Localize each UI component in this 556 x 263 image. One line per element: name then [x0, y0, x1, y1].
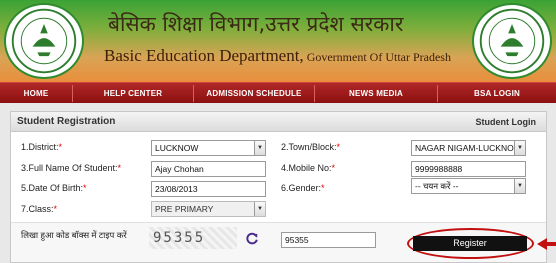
chevron-down-icon: ▼ [254, 202, 265, 216]
required-mark: * [53, 204, 58, 214]
district-label-text: 1.District: [21, 142, 59, 152]
captcha-input[interactable]: 95355 [281, 232, 376, 248]
register-button[interactable]: Register [413, 236, 527, 251]
student-name-label: 3.Full Name Of Student:* [21, 163, 121, 173]
gender-label-text: 6.Gender: [281, 183, 322, 193]
dob-input[interactable]: 23/08/2013 [151, 181, 266, 197]
nav-bsa-login[interactable]: BSA LOGIN [438, 83, 556, 104]
town-label: 2.Town/Block:* [281, 142, 340, 152]
required-mark: * [58, 142, 63, 152]
required-mark: * [336, 142, 341, 152]
nav-home[interactable]: HOME [0, 83, 72, 104]
chevron-down-icon: ▼ [514, 179, 525, 193]
site-header: बेसिक शिक्षा विभाग,उत्तर प्रदेश सरकार Ba… [0, 0, 556, 82]
class-select[interactable]: PRE PRIMARY ▼ [151, 201, 266, 217]
nav-admission-schedule[interactable]: ADMISSION SCHEDULE [194, 83, 314, 104]
nav-news-media[interactable]: NEWS MEDIA [315, 83, 437, 104]
registration-panel: Student Registration Student Login 1.Dis… [10, 111, 556, 263]
mobile-label-text: 4.Mobile No: [281, 163, 332, 173]
class-label: 7.Class:* [21, 204, 57, 214]
panel-header: Student Registration Student Login [11, 112, 546, 132]
title-en-main: Basic Education Department, [104, 46, 304, 65]
captcha-label: लिखा हुआ कोड बॉक्स में टाइप करें [21, 230, 127, 240]
district-select[interactable]: LUCKNOW ▼ [151, 140, 266, 156]
dob-label: 5.Date Of Birth:* [21, 183, 87, 193]
required-mark: * [83, 183, 87, 193]
arrow-left-icon [537, 238, 556, 250]
class-value: PRE PRIMARY [155, 204, 214, 214]
gender-value: -- चयन करें -- [415, 181, 459, 191]
nav-help-center[interactable]: HELP CENTER [73, 83, 193, 104]
student-login-link[interactable]: Student Login [476, 117, 537, 127]
required-mark: * [331, 163, 336, 173]
chevron-down-icon: ▼ [254, 141, 265, 155]
page-title-hindi: बेसिक शिक्षा विभाग,उत्तर प्रदेश सरकार [108, 12, 404, 36]
gender-select[interactable]: -- चयन करें -- ▼ [411, 178, 526, 194]
district-label: 1.District:* [21, 142, 62, 152]
mobile-label: 4.Mobile No:* [281, 163, 335, 173]
district-value: LUCKNOW [155, 143, 199, 153]
chevron-down-icon: ▼ [514, 141, 525, 155]
town-label-text: 2.Town/Block: [281, 142, 337, 152]
student-name-input[interactable]: Ajay Chohan [151, 161, 266, 177]
panel-title: Student Registration [17, 116, 116, 127]
title-en-small: Government Of Uttar Pradesh [303, 50, 451, 64]
required-mark: * [321, 183, 325, 193]
mobile-input[interactable]: 9999988888 [411, 161, 526, 177]
dob-label-text: 5.Date Of Birth: [21, 183, 84, 193]
up-emblem-logo-right [472, 3, 552, 79]
captcha-image: 95355 [149, 227, 237, 249]
up-emblem-logo [4, 3, 84, 79]
required-mark: * [117, 163, 122, 173]
page-title-english: Basic Education Department, Government O… [104, 46, 451, 66]
refresh-captcha-icon[interactable] [245, 231, 259, 245]
class-label-text: 7.Class: [21, 204, 54, 214]
town-value: NAGAR NIGAM-LUCKNOW [415, 143, 522, 153]
student-name-label-text: 3.Full Name Of Student: [21, 163, 118, 173]
town-select[interactable]: NAGAR NIGAM-LUCKNOW ▼ [411, 140, 526, 156]
gender-label: 6.Gender:* [281, 183, 325, 193]
main-nav: HOME HELP CENTER ADMISSION SCHEDULE NEWS… [0, 82, 556, 103]
